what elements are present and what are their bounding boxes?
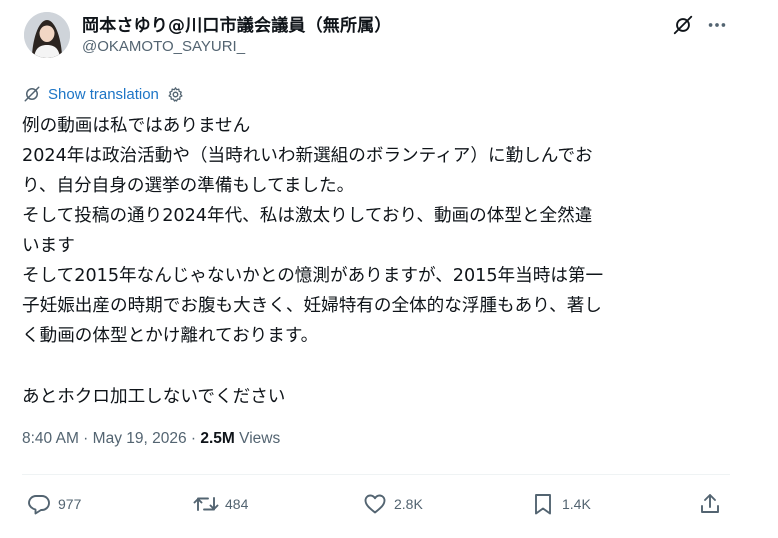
views-count: 2.5M	[200, 430, 235, 447]
bookmark-button[interactable]: 1.4K	[530, 490, 591, 518]
reply-icon	[26, 491, 52, 517]
like-button[interactable]: 2.8K	[362, 490, 423, 518]
tweet-blank-line	[22, 351, 752, 382]
retweet-button[interactable]: 484	[193, 490, 248, 518]
divider	[22, 474, 730, 475]
bottom-edge	[0, 533, 778, 538]
bookmark-count: 1.4K	[562, 496, 591, 512]
bookmark-icon	[530, 491, 556, 517]
gear-icon[interactable]	[167, 85, 185, 103]
tweet-text: 例の動画は私ではありません 2024年は政治活動や（当時れいわ新選組のボランティ…	[22, 111, 752, 412]
grok-button[interactable]	[671, 13, 695, 37]
user-avatar-photo	[24, 12, 70, 58]
grok-icon	[673, 15, 693, 35]
share-button[interactable]	[697, 490, 723, 518]
tweet-line: 例の動画は私ではありません	[22, 116, 251, 136]
more-options-button[interactable]	[705, 13, 729, 37]
tweet-line: います	[22, 236, 75, 256]
views-label: Views	[234, 430, 281, 447]
tweet-meta: 8:40 AM · May 19, 2026 · 2.5M Views	[22, 430, 280, 448]
tweet-date[interactable]: May 19, 2026	[93, 430, 187, 447]
author-display-name[interactable]: 岡本さゆり@川口市議会議員（無所属）	[82, 11, 392, 36]
show-translation-link[interactable]: Show translation	[48, 86, 159, 103]
translation-row: Show translation	[22, 84, 185, 104]
tweet-line: 子妊娠出産の時期でお腹も大きく、妊婦特有の全体的な浮腫もあり、著し	[22, 296, 602, 316]
tweet-time[interactable]: 8:40 AM	[22, 430, 79, 447]
heart-icon	[362, 491, 388, 517]
reply-button[interactable]: 977	[26, 490, 81, 518]
tweet-line: そして2015年なんじゃないかとの憶測がありますが、2015年当時は第一	[22, 266, 604, 286]
more-horizontal-icon	[708, 23, 726, 27]
translate-icon	[22, 84, 42, 104]
retweet-count: 484	[225, 496, 249, 512]
tweet-line: そして投稿の通り2024年代、私は激太りしており、動画の体型と全然違	[22, 206, 593, 226]
share-icon	[697, 491, 723, 517]
like-count: 2.8K	[394, 496, 423, 512]
tweet-line: 2024年は政治活動や（当時れいわ新選組のボランティア）に勤しんでお	[22, 146, 593, 166]
avatar[interactable]	[24, 12, 70, 58]
tweet-line: く動画の体型とかけ離れております。	[22, 326, 319, 346]
retweet-icon	[193, 491, 219, 517]
meta-separator: ·	[186, 430, 201, 447]
tweet-line: あとホクロ加工しないでください	[22, 387, 286, 407]
author-handle[interactable]: @OKAMOTO_SAYURI_	[82, 38, 245, 55]
reply-count: 977	[58, 496, 82, 512]
meta-separator: ·	[78, 430, 93, 447]
tweet-line: り、自分自身の選挙の準備もしてました。	[22, 176, 355, 196]
